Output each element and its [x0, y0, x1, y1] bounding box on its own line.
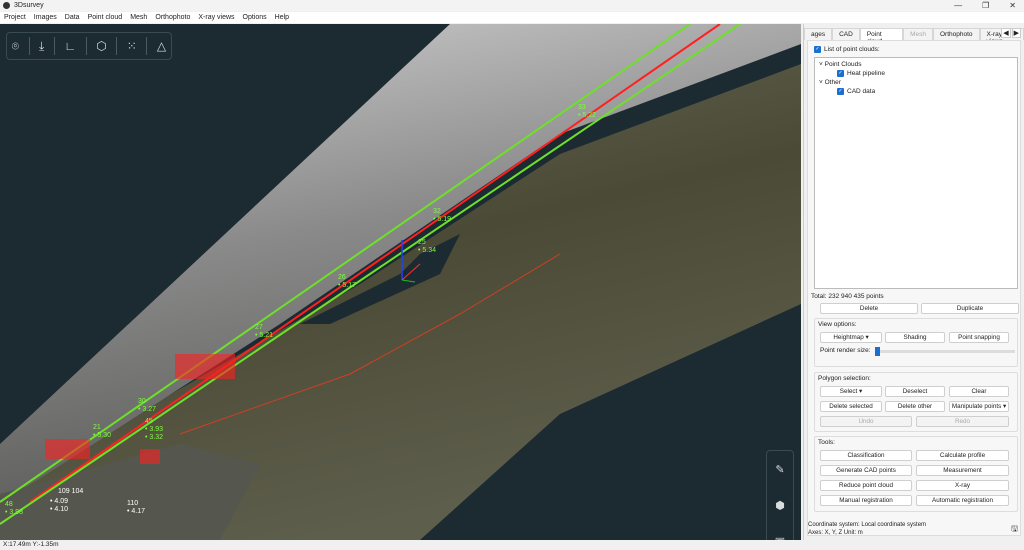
list-label: List of point clouds: [824, 46, 880, 54]
point-label: 26 • 5.17 [338, 274, 357, 289]
point-label: 33 • 5.22 [578, 104, 597, 119]
point-cloud-pane: ✓ List of point clouds: ˅ Point Clouds ✓ H… [807, 40, 1021, 536]
menu-orthophoto[interactable]: Orthophoto [155, 14, 190, 21]
delete-selected-button[interactable]: Delete selected [820, 401, 882, 412]
maximize-button[interactable]: ❐ [982, 1, 989, 10]
right-panel: ages CAD Point cloud Mesh Orthophoto X-r… [803, 24, 1024, 540]
view-options-group: View options: Heightmap ▾ Shading Point … [814, 318, 1018, 367]
status-bar: X:17.49m Y:-1.35m [0, 540, 1024, 550]
reduce-point-cloud-button[interactable]: Reduce point cloud [820, 480, 912, 491]
3d-viewport[interactable]: ⌾ ⤓ ∟ ⬡ ⁙ △ 33 • 5.22 32 • 5.19 25 • 5.34 2… [0, 24, 801, 540]
point-snapping-button[interactable]: Point snapping [949, 332, 1009, 343]
group-title: View options: [818, 321, 857, 328]
clear-button[interactable]: Clear [949, 386, 1009, 397]
menu-options[interactable]: Options [243, 14, 267, 21]
tree-group-point-clouds[interactable]: ˅ Point Clouds [819, 60, 1013, 69]
top-view-icon[interactable]: ⤓ [39, 39, 44, 54]
point-label: 45 • 3.93 • 3.32 [145, 418, 164, 441]
render-size-label: Point render size: [820, 347, 871, 354]
menu-bar: Project Images Data Point cloud Mesh Ort… [0, 12, 1024, 23]
point-label: 21 • 5.30 [93, 424, 112, 439]
mesh-tool-icon[interactable]: ⬢ [775, 499, 785, 512]
tab-scroll-right-icon[interactable]: ▶ [1011, 28, 1021, 38]
total-points: Total: 232 940 435 points [811, 293, 884, 300]
draw-tool-icon[interactable]: ✎ [775, 463, 784, 476]
point-label: 30 • 3.27 [138, 398, 157, 413]
group-title: Polygon selection: [818, 375, 871, 382]
tree-group-other[interactable]: ˅ Other [819, 78, 1013, 87]
list-checkbox[interactable]: ✓ List of point clouds: [814, 46, 880, 53]
perspective-icon[interactable]: △ [157, 39, 166, 53]
app-logo-icon [3, 2, 10, 9]
tree-item-cad-data[interactable]: ✓ CAD data [819, 87, 1013, 96]
panel-tabs: ages CAD Point cloud Mesh Orthophoto X-r… [804, 28, 1024, 45]
checkbox-icon: ✓ [814, 46, 821, 53]
delete-button[interactable]: Delete [820, 303, 918, 314]
fit-view-icon[interactable]: ⌾ [12, 39, 19, 54]
point-render-size-slider[interactable] [875, 347, 1015, 356]
title-bar: 3Dsurvey — ❐ ✕ [0, 0, 1024, 11]
delete-other-button[interactable]: Delete other [885, 401, 945, 412]
coordinate-info: Coordinate system: Local coordinate syst… [808, 521, 926, 537]
cube-view-icon[interactable]: ⬡ [96, 39, 106, 53]
menu-mesh[interactable]: Mesh [130, 14, 147, 21]
tab-orthophoto[interactable]: Orthophoto [932, 28, 980, 40]
group-title: Tools: [818, 439, 835, 446]
tab-mesh[interactable]: Mesh [903, 28, 933, 40]
manual-registration-button[interactable]: Manual registration [820, 495, 912, 506]
checkbox-icon[interactable]: ✓ [837, 87, 844, 95]
point-label: 27 • 5.21 [255, 324, 274, 339]
calculate-profile-button[interactable]: Calculate profile [916, 450, 1009, 461]
point-cloud-tree: ˅ Point Clouds ✓ Heat pipeline ˅ Other ✓ C… [814, 57, 1018, 289]
view-toolbar: ⌾ ⤓ ∟ ⬡ ⁙ △ [6, 32, 172, 60]
menu-point-cloud[interactable]: Point cloud [88, 14, 123, 21]
coordinate-system-text: Coordinate system: Local coordinate syst… [808, 522, 927, 528]
tab-point-cloud[interactable]: Point cloud [859, 28, 904, 45]
axes-view-icon[interactable]: ∟ [64, 39, 76, 53]
cursor-coordinates: X:17.49m Y:-1.35m [3, 541, 59, 548]
duplicate-button[interactable]: Duplicate [921, 303, 1019, 314]
redo-button[interactable]: Redo [916, 416, 1009, 427]
tools-group: Tools: Classification Calculate profile … [814, 436, 1018, 512]
axes-text: Axes: X, Y, Z Unit: m [808, 530, 863, 536]
menu-help[interactable]: Help [275, 14, 289, 21]
save-icon[interactable]: 🖫 [1011, 523, 1018, 537]
automatic-registration-button[interactable]: Automatic registration [916, 495, 1009, 506]
point-label: 32 • 5.19 [433, 208, 452, 223]
point-label: • 4.09 • 4.10 [50, 498, 69, 513]
menu-xray-views[interactable]: X-ray views [198, 14, 234, 21]
menu-images[interactable]: Images [34, 14, 57, 21]
point-label: 110 • 4.17 [127, 500, 146, 515]
heightmap-dropdown[interactable]: Heightmap ▾ [820, 332, 882, 343]
checkbox-icon[interactable]: ✓ [837, 69, 844, 77]
points-view-icon[interactable]: ⁙ [127, 39, 137, 53]
menu-project[interactable]: Project [4, 14, 26, 21]
classification-button[interactable]: Classification [820, 450, 912, 461]
tab-cad[interactable]: CAD [832, 28, 860, 40]
shading-button[interactable]: Shading [885, 332, 945, 343]
slider-handle[interactable] [875, 347, 880, 356]
polygon-selection-group: Polygon selection: Select ▾ Deselect Cle… [814, 372, 1018, 432]
manipulate-points-dropdown[interactable]: Manipulate points ▾ [949, 401, 1009, 412]
xray-button[interactable]: X-ray [916, 480, 1009, 491]
generate-cad-points-button[interactable]: Generate CAD points [820, 465, 912, 476]
close-button[interactable]: ✕ [1009, 1, 1016, 10]
select-dropdown[interactable]: Select ▾ [820, 386, 882, 397]
tab-images[interactable]: ages [804, 28, 833, 40]
tab-scroll-left-icon[interactable]: ◀ [1001, 28, 1011, 38]
deselect-button[interactable]: Deselect [885, 386, 945, 397]
measurement-button[interactable]: Measurement [916, 465, 1009, 476]
point-cloud-render [0, 24, 801, 540]
menu-data[interactable]: Data [65, 14, 80, 21]
point-label: 48 • 3.98 [5, 501, 24, 516]
side-toolbar: ✎ ⬢ ▣ [766, 450, 794, 540]
window-title: 3Dsurvey [14, 2, 44, 9]
undo-button[interactable]: Undo [820, 416, 912, 427]
point-label: 109 104 [58, 488, 84, 495]
point-label: 25 • 5.34 [418, 239, 437, 254]
minimize-button[interactable]: — [954, 1, 962, 10]
tree-item-heat-pipeline[interactable]: ✓ Heat pipeline [819, 69, 1013, 78]
